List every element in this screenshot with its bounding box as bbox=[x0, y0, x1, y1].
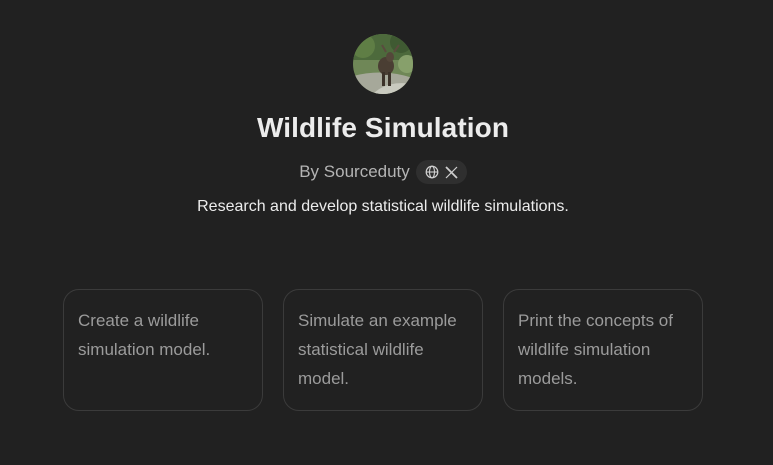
gpt-description: Research and develop statistical wildlif… bbox=[197, 198, 569, 215]
starter-card-2[interactable]: Simulate an example statistical wildlife… bbox=[283, 289, 483, 411]
social-links bbox=[415, 160, 467, 184]
author-text: By Sourceduty bbox=[299, 162, 410, 181]
globe-icon[interactable] bbox=[425, 165, 439, 179]
starter-card-1[interactable]: Create a wildlife simulation model. bbox=[63, 289, 263, 411]
gpt-title: Wildlife Simulation bbox=[256, 112, 510, 143]
gpt-avatar bbox=[353, 34, 413, 94]
x-logo-icon[interactable] bbox=[445, 165, 458, 179]
starter-card-3[interactable]: Print the concepts of wildlife simulatio… bbox=[503, 289, 703, 411]
starter-text: Print the concepts of wildlife simulatio… bbox=[518, 311, 673, 388]
gpt-landing: Wildlife Simulation By Sourceduty Resear… bbox=[0, 0, 773, 465]
starter-text: Create a wildlife simulation model. bbox=[78, 311, 211, 359]
gpt-byline: By Sourceduty bbox=[0, 160, 766, 184]
starter-text: Simulate an example statistical wildlife… bbox=[298, 311, 457, 388]
